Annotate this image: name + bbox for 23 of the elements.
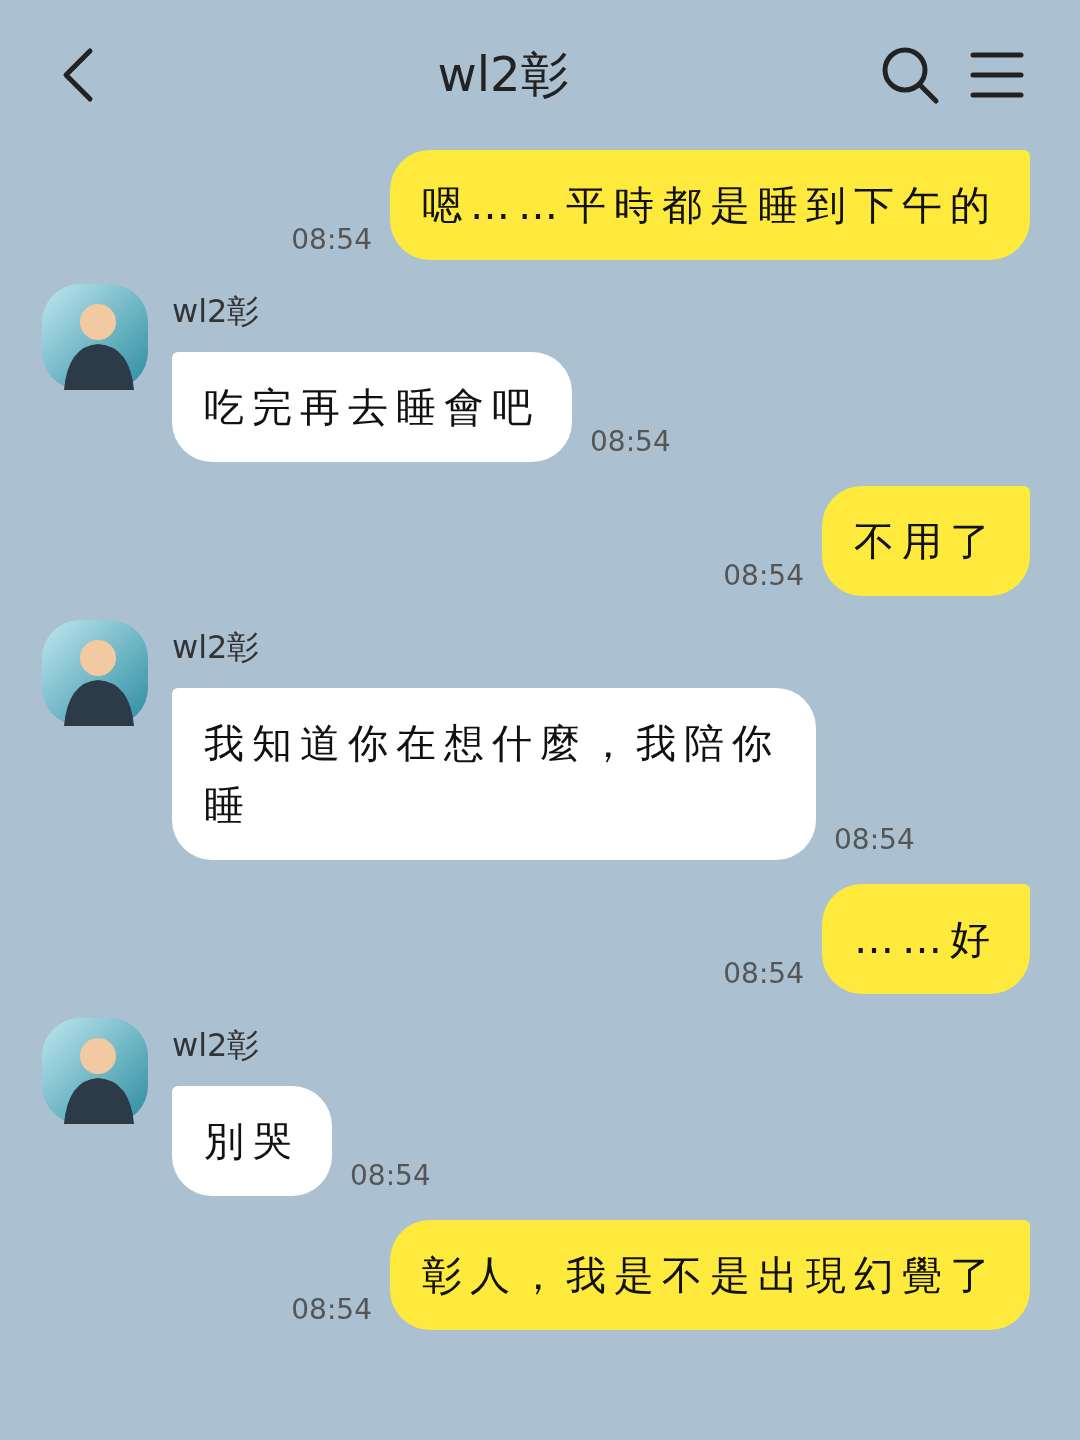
sent-message: 彰人，我是不是出現幻覺了 [390,1220,1030,1330]
sent-message: ……好 [822,884,1030,994]
message-time: 08:54 [590,425,671,460]
avatar-icon [42,284,148,390]
search-icon[interactable] [880,45,940,105]
sender-name: wl2彰 [172,1025,261,1066]
sent-message: 嗯……平時都是睡到下午的 [390,150,1030,260]
sender-name: wl2彰 [172,627,261,668]
avatar-icon [42,1018,148,1124]
received-message: 吃完再去睡會吧 [172,352,572,462]
sender-name: wl2彰 [172,291,261,332]
message-time: 08:54 [291,223,372,258]
message-time: 08:54 [350,1159,431,1194]
message-time: 08:54 [834,823,915,858]
received-message: 我知道你在想什麼，我陪你睡 [172,688,816,860]
message-time: 08:54 [723,957,804,992]
message-time: 08:54 [291,1293,372,1328]
received-message: 別哭 [172,1086,332,1196]
sent-message: 不用了 [822,486,1030,596]
message-time: 08:54 [723,559,804,594]
menu-icon[interactable] [970,51,1024,99]
avatar-icon [42,620,148,726]
chat-title: wl2彰 [436,45,570,104]
